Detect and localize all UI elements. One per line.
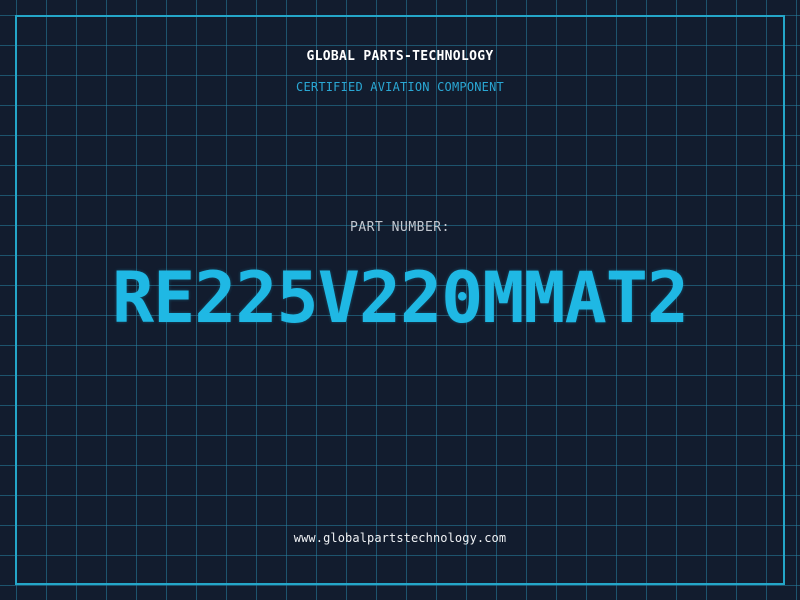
website-url: www.globalpartstechnology.com: [293, 531, 507, 545]
part-number-value: RE225V220MMAT2: [111, 257, 689, 339]
certificate-canvas: GLOBAL PARTS-TECHNOLOGY CERTIFIED AVIATI…: [0, 0, 800, 600]
company-name: GLOBAL PARTS-TECHNOLOGY: [306, 49, 494, 64]
certification-subtitle: CERTIFIED AVIATION COMPONENT: [296, 80, 504, 94]
part-number-label: PART NUMBER:: [350, 220, 450, 235]
